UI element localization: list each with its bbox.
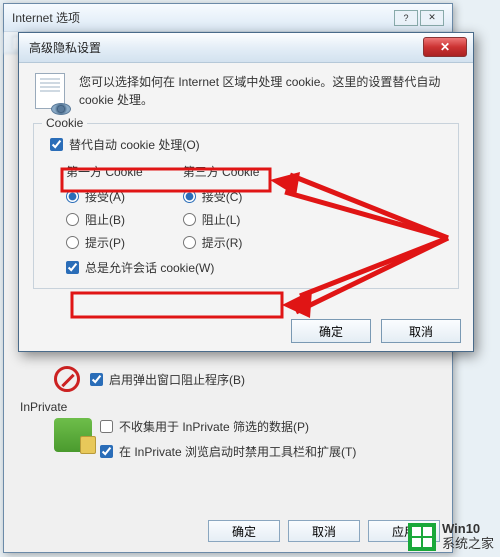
session-cookie-label: 总是允许会话 cookie(W) [85,259,214,276]
override-checkbox[interactable] [50,138,63,151]
thirdparty-prompt-label: 提示(R) [202,234,243,251]
firstparty-accept-row[interactable]: 接受(A) [66,188,143,205]
parent-ok-button[interactable]: 确定 [208,520,280,542]
thirdparty-accept-label: 接受(C) [202,188,243,205]
block-icon [54,366,80,392]
inprivate-icon [54,418,92,452]
session-cookie-checkbox[interactable] [66,261,79,274]
child-body: 您可以选择如何在 Internet 区域中处理 cookie。这里的设置替代自动… [19,63,473,351]
inprivate-opt2-label: 在 InPrivate 浏览启动时禁用工具栏和扩展(T) [119,443,356,460]
child-ok-button[interactable]: 确定 [291,319,371,343]
firstparty-block-radio[interactable] [66,213,79,226]
thirdparty-block-label: 阻止(L) [202,211,241,228]
popup-blocker-checkbox[interactable] [90,373,103,386]
inprivate-opt1-checkbox[interactable] [100,420,113,433]
firstparty-prompt-label: 提示(P) [85,234,125,251]
watermark-line2: 系统之家 [442,537,494,551]
help-button[interactable]: ? [394,10,418,26]
cookie-legend: Cookie [42,116,87,130]
child-cancel-button[interactable]: 取消 [381,319,461,343]
override-label: 替代自动 cookie 处理(O) [69,136,200,153]
override-row[interactable]: 替代自动 cookie 处理(O) [50,136,446,153]
firstparty-title: 第一方 Cookie [66,163,143,180]
thirdparty-accept-row[interactable]: 接受(C) [183,188,260,205]
inprivate-group-label: InPrivate [20,400,442,414]
parent-cancel-button[interactable]: 取消 [288,520,360,542]
child-title: 高级隐私设置 [29,39,101,56]
thirdparty-accept-radio[interactable] [183,190,196,203]
firstparty-prompt-row[interactable]: 提示(P) [66,234,143,251]
popup-blocker-row: 启用弹出窗口阻止程序(B) [54,366,442,392]
firstparty-column: 第一方 Cookie 接受(A) 阻止(B) 提示(P) [66,163,143,251]
thirdparty-column: 第三方 Cookie 接受(C) 阻止(L) 提示(R) [183,163,260,251]
cookie-groupbox: Cookie 替代自动 cookie 处理(O) 第一方 Cookie 接受(A… [33,123,459,289]
inprivate-opt1-label: 不收集用于 InPrivate 筛选的数据(P) [119,418,309,435]
watermark: Win10 系统之家 [408,522,494,551]
inprivate-opt1-row[interactable]: 不收集用于 InPrivate 筛选的数据(P) [100,418,356,435]
firstparty-prompt-radio[interactable] [66,236,79,249]
watermark-text: Win10 系统之家 [442,522,494,551]
inprivate-section: 不收集用于 InPrivate 筛选的数据(P) 在 InPrivate 浏览启… [54,418,442,460]
win10-icon [408,523,436,551]
close-button[interactable]: ✕ [423,37,467,57]
thirdparty-prompt-radio[interactable] [183,236,196,249]
firstparty-accept-label: 接受(A) [85,188,125,205]
inprivate-opt2-row[interactable]: 在 InPrivate 浏览启动时禁用工具栏和扩展(T) [100,443,356,460]
description-row: 您可以选择如何在 Internet 区域中处理 cookie。这里的设置替代自动… [33,73,459,113]
inprivate-opt2-checkbox[interactable] [100,445,113,458]
thirdparty-block-row[interactable]: 阻止(L) [183,211,260,228]
parent-titlebar: Internet 选项 ? ✕ [4,4,452,32]
window-controls: ? ✕ [394,10,444,26]
thirdparty-block-radio[interactable] [183,213,196,226]
close-icon: ✕ [440,40,450,54]
close-button-parent[interactable]: ✕ [420,10,444,26]
parent-button-row: 确定 取消 应用 [208,520,440,542]
privacy-doc-icon [33,73,69,113]
popup-blocker-label: 启用弹出窗口阻止程序(B) [109,371,245,388]
advanced-privacy-dialog: 高级隐私设置 ✕ 您可以选择如何在 Internet 区域中处理 cookie。… [18,32,474,352]
parent-title: Internet 选项 [12,9,80,26]
child-button-row: 确定 取消 [291,319,461,343]
thirdparty-prompt-row[interactable]: 提示(R) [183,234,260,251]
cookie-columns: 第一方 Cookie 接受(A) 阻止(B) 提示(P) 第三 [66,163,446,251]
firstparty-block-label: 阻止(B) [85,211,125,228]
session-cookie-row[interactable]: 总是允许会话 cookie(W) [66,259,446,276]
watermark-line1: Win10 [442,522,494,536]
firstparty-block-row[interactable]: 阻止(B) [66,211,143,228]
thirdparty-title: 第三方 Cookie [183,163,260,180]
description-text: 您可以选择如何在 Internet 区域中处理 cookie。这里的设置替代自动… [79,73,459,109]
child-titlebar: 高级隐私设置 ✕ [19,33,473,63]
firstparty-accept-radio[interactable] [66,190,79,203]
